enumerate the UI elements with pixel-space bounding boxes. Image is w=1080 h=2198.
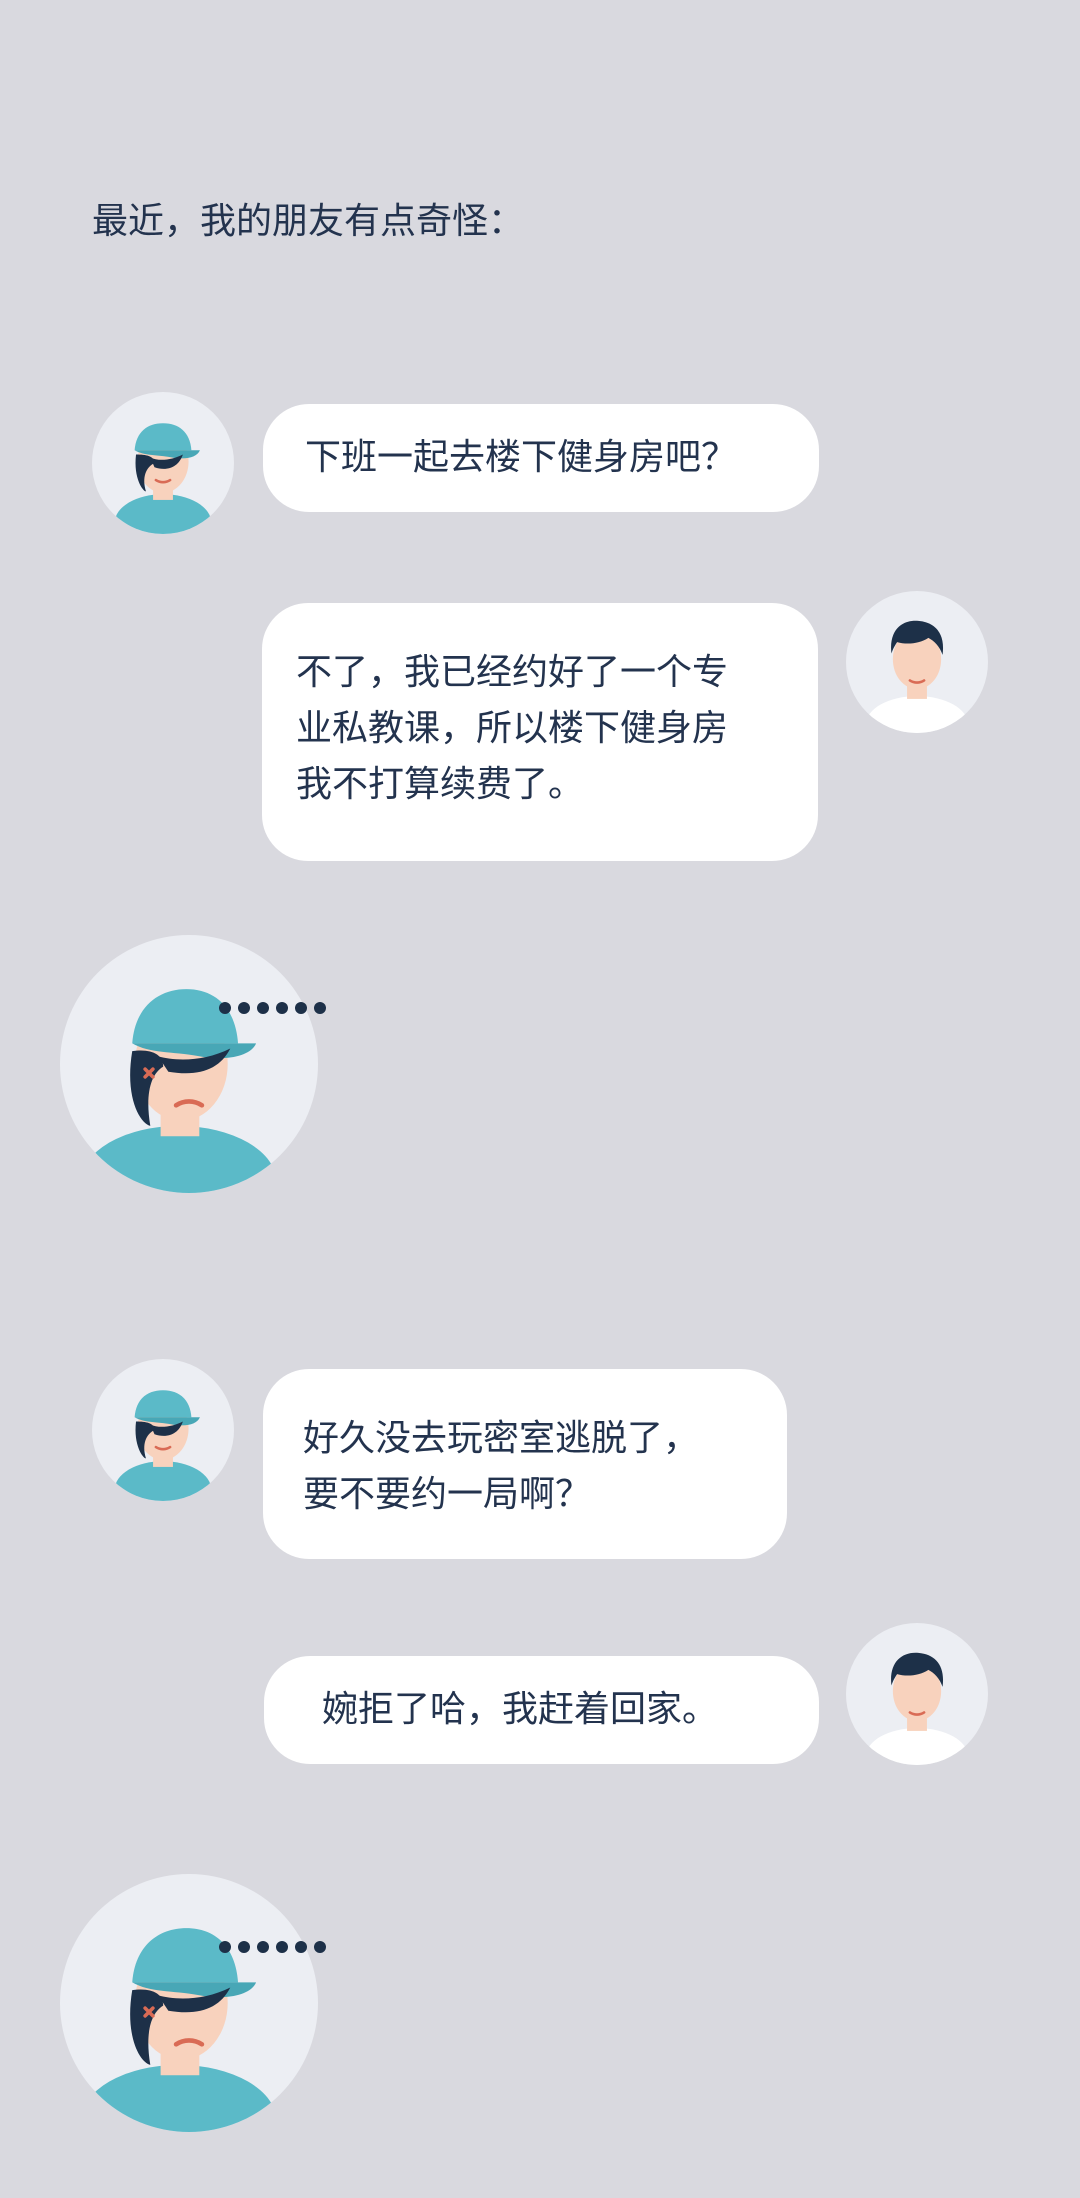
message-line: 我不打算续费了。 xyxy=(296,764,585,805)
ellipsis-dot xyxy=(257,1941,269,1953)
message-bubble: 好久没去玩密室逃脱了， 要不要约一局啊？ xyxy=(263,1369,787,1559)
ellipsis-dot xyxy=(295,1002,307,1014)
message-line: 好久没去玩密室逃脱了， xyxy=(303,1418,700,1459)
ellipsis-dot xyxy=(314,1941,326,1953)
ellipsis-dot xyxy=(238,1941,250,1953)
intro-text: 最近，我的朋友有点奇怪： xyxy=(92,201,525,242)
message-bubble: 不了，我已经约好了一个专 业私教课，所以楼下健身房 我不打算续费了。 xyxy=(262,603,818,861)
ellipsis-dot xyxy=(276,1002,288,1014)
message-bubble: 婉拒了哈，我赶着回家。 xyxy=(264,1656,819,1764)
message-line: 婉拒了哈，我赶着回家。 xyxy=(322,1689,719,1730)
message-line: 业私教课，所以楼下健身房 xyxy=(296,708,729,749)
message-line: 不了，我已经约好了一个专 xyxy=(296,652,729,693)
friend-avatar-cap-icon xyxy=(92,392,234,534)
ellipsis-dot xyxy=(238,1002,250,1014)
friend-frowning-avatar-icon xyxy=(60,1874,318,2132)
typing-ellipsis xyxy=(219,1941,326,1953)
message-bubble: 下班一起去楼下健身房吧？ xyxy=(263,404,819,512)
ellipsis-dot xyxy=(219,1941,231,1953)
typing-ellipsis xyxy=(219,1002,326,1014)
me-avatar-icon xyxy=(846,1623,988,1765)
message-line: 要不要约一局啊？ xyxy=(303,1474,592,1515)
ellipsis-dot xyxy=(314,1002,326,1014)
me-avatar-icon xyxy=(846,591,988,733)
message-line: 下班一起去楼下健身房吧？ xyxy=(305,437,738,478)
ellipsis-dot xyxy=(295,1941,307,1953)
friend-frowning-avatar-icon xyxy=(60,935,318,1193)
ellipsis-dot xyxy=(219,1002,231,1014)
friend-avatar-cap-icon xyxy=(92,1359,234,1501)
ellipsis-dot xyxy=(257,1002,269,1014)
ellipsis-dot xyxy=(276,1941,288,1953)
